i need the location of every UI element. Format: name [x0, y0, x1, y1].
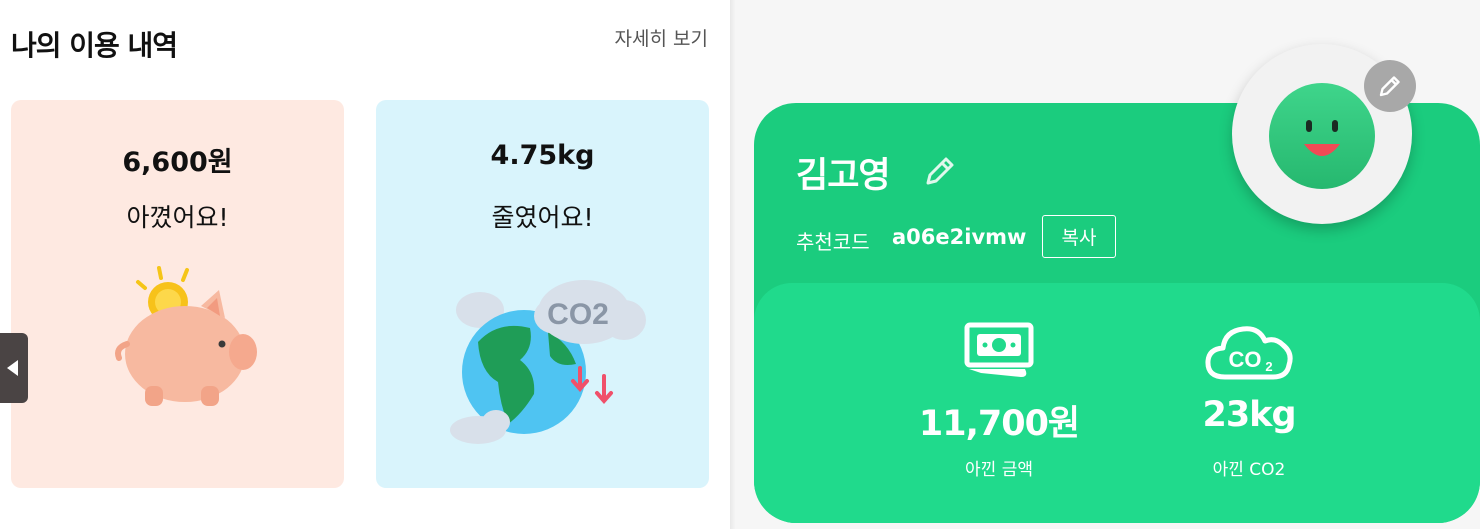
edit-avatar-button[interactable] — [1364, 60, 1416, 112]
earth-co2-icon: CO2 — [449, 280, 646, 444]
username: 김고영 — [796, 156, 891, 196]
savings-desc: 아꼈어요! — [126, 203, 229, 232]
pencil-icon[interactable] — [922, 153, 958, 189]
savings-amount: 6,600원 — [122, 147, 233, 178]
usage-history-panel: 나의 이용 내역 자세히 보기 6,600원 아꼈어요! 4.75kg 줄였어요… — [0, 0, 730, 529]
saved-money-label: 아낀 금액 — [965, 460, 1033, 480]
referral-code: a06e2ivmw — [892, 225, 1027, 249]
copy-button[interactable]: 복사 — [1042, 215, 1116, 258]
section-title: 나의 이용 내역 — [11, 29, 178, 62]
view-details-link[interactable]: 자세히 보기 — [615, 24, 708, 51]
referral-label: 추천코드 — [796, 230, 870, 254]
profile-panel: 김고영 추천코드 a06e2ivmw 복사 11,700원 아낀 금액 CO 2… — [736, 0, 1480, 529]
saved-money-stat: 11,700원 아낀 금액 — [889, 283, 1109, 523]
collapse-panel-tab[interactable] — [0, 333, 28, 403]
piggy-bank-icon — [114, 266, 257, 406]
co2-cloud-icon: CO 2 — [1205, 326, 1293, 380]
pencil-icon — [1379, 76, 1400, 97]
co2-text: CO2 — [547, 298, 609, 331]
saved-co2-label: 아낀 CO2 — [1212, 460, 1286, 480]
svg-text:2: 2 — [1265, 359, 1272, 374]
carbon-amount: 4.75kg — [490, 140, 595, 171]
svg-text:CO: CO — [1229, 347, 1262, 372]
saved-co2-stat: CO 2 23kg 아낀 CO2 — [1139, 283, 1359, 523]
carbon-card[interactable]: 4.75kg 줄였어요! CO2 — [376, 100, 709, 488]
saved-co2-value: 23kg — [1202, 395, 1296, 435]
carbon-desc: 줄였어요! — [491, 203, 594, 232]
savings-card[interactable]: 6,600원 아꼈어요! — [11, 100, 344, 488]
money-icon — [964, 322, 1034, 377]
saved-money-value: 11,700원 — [918, 404, 1080, 444]
stats-panel: 11,700원 아낀 금액 CO 2 23kg 아낀 CO2 — [754, 283, 1480, 523]
avatar — [1269, 83, 1375, 189]
